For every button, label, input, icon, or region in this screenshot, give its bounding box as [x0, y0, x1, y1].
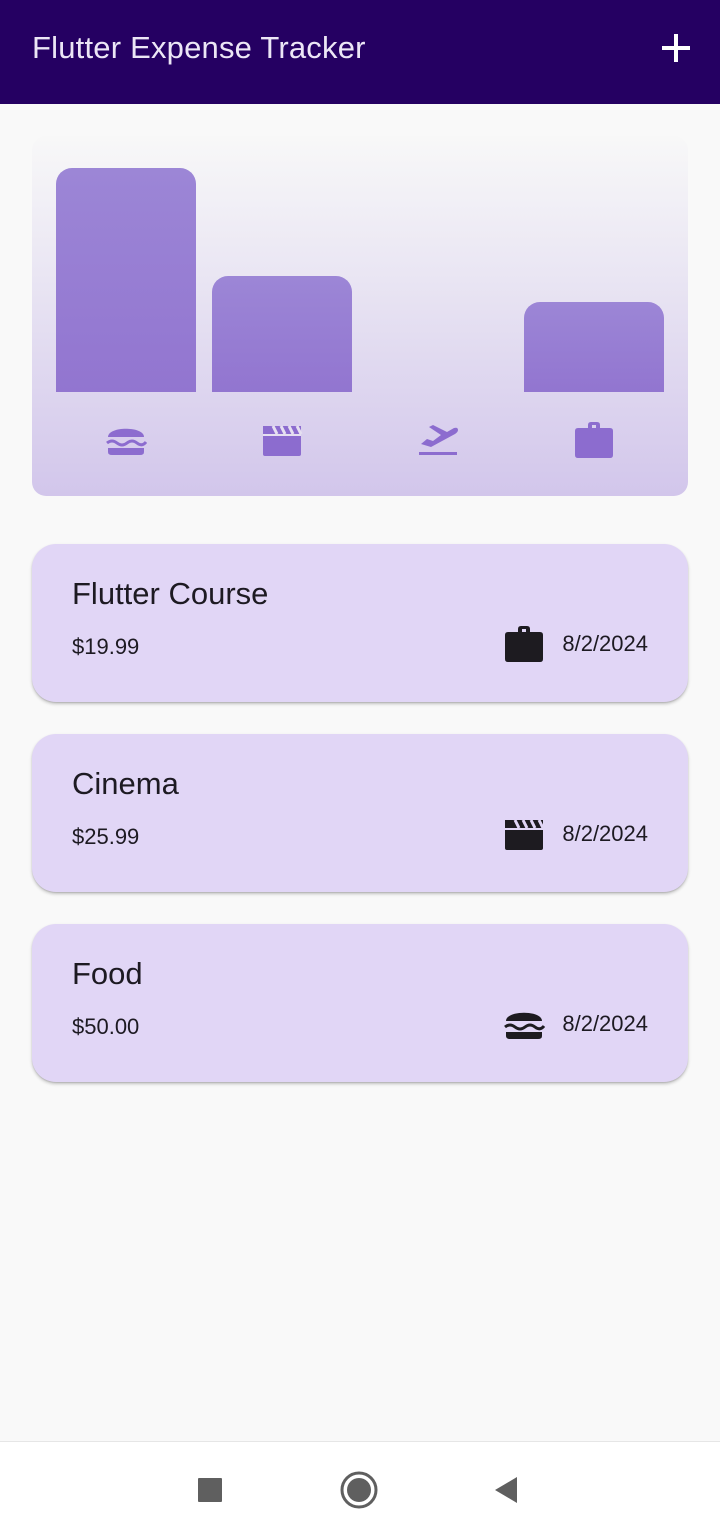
clapperboard-icon [502, 812, 546, 856]
briefcase-icon [502, 622, 546, 666]
app-title: Flutter Expense Tracker [32, 30, 366, 65]
hamburger-icon [102, 416, 150, 464]
add-expense-button[interactable] [648, 20, 704, 76]
flight-takeoff-icon [414, 416, 462, 464]
plus-icon [662, 34, 690, 62]
expense-title: Cinema [72, 766, 179, 801]
expense-chart [32, 136, 688, 496]
chart-category-icons [32, 416, 688, 464]
circle-icon [340, 1471, 378, 1509]
hamburger-icon [502, 1002, 546, 1046]
clapperboard-icon [258, 416, 306, 464]
expense-card[interactable]: Flutter Course $19.99 8/2/2024 [32, 544, 688, 702]
chart-bar-work [524, 302, 664, 392]
expense-date: 8/2/2024 [562, 1011, 648, 1036]
expense-card[interactable]: Cinema $25.99 8/2/2024 [32, 734, 688, 892]
expense-date: 8/2/2024 [562, 821, 648, 846]
expense-title: Flutter Course [72, 576, 269, 611]
expense-title: Food [72, 956, 143, 991]
expense-meta: 8/2/2024 [502, 1004, 648, 1044]
chart-bar-food [56, 168, 196, 392]
system-nav-bar [0, 1441, 720, 1537]
expense-amount: $25.99 [72, 824, 140, 849]
expense-meta: 8/2/2024 [502, 814, 648, 854]
chart-bar-leisure [212, 276, 352, 392]
expense-amount: $50.00 [72, 1014, 140, 1039]
recents-button[interactable] [186, 1466, 234, 1514]
expense-card[interactable]: Food $50.00 8/2/2024 [32, 924, 688, 1082]
briefcase-icon [570, 416, 618, 464]
expense-date: 8/2/2024 [562, 631, 648, 656]
chart-bars [32, 136, 688, 392]
expense-meta: 8/2/2024 [502, 624, 648, 664]
expense-amount: $19.99 [72, 634, 140, 659]
square-icon [198, 1478, 222, 1502]
app-bar: Flutter Expense Tracker [0, 0, 720, 104]
triangle-back-icon [495, 1477, 517, 1503]
home-button[interactable] [335, 1466, 383, 1514]
back-button[interactable] [482, 1466, 530, 1514]
